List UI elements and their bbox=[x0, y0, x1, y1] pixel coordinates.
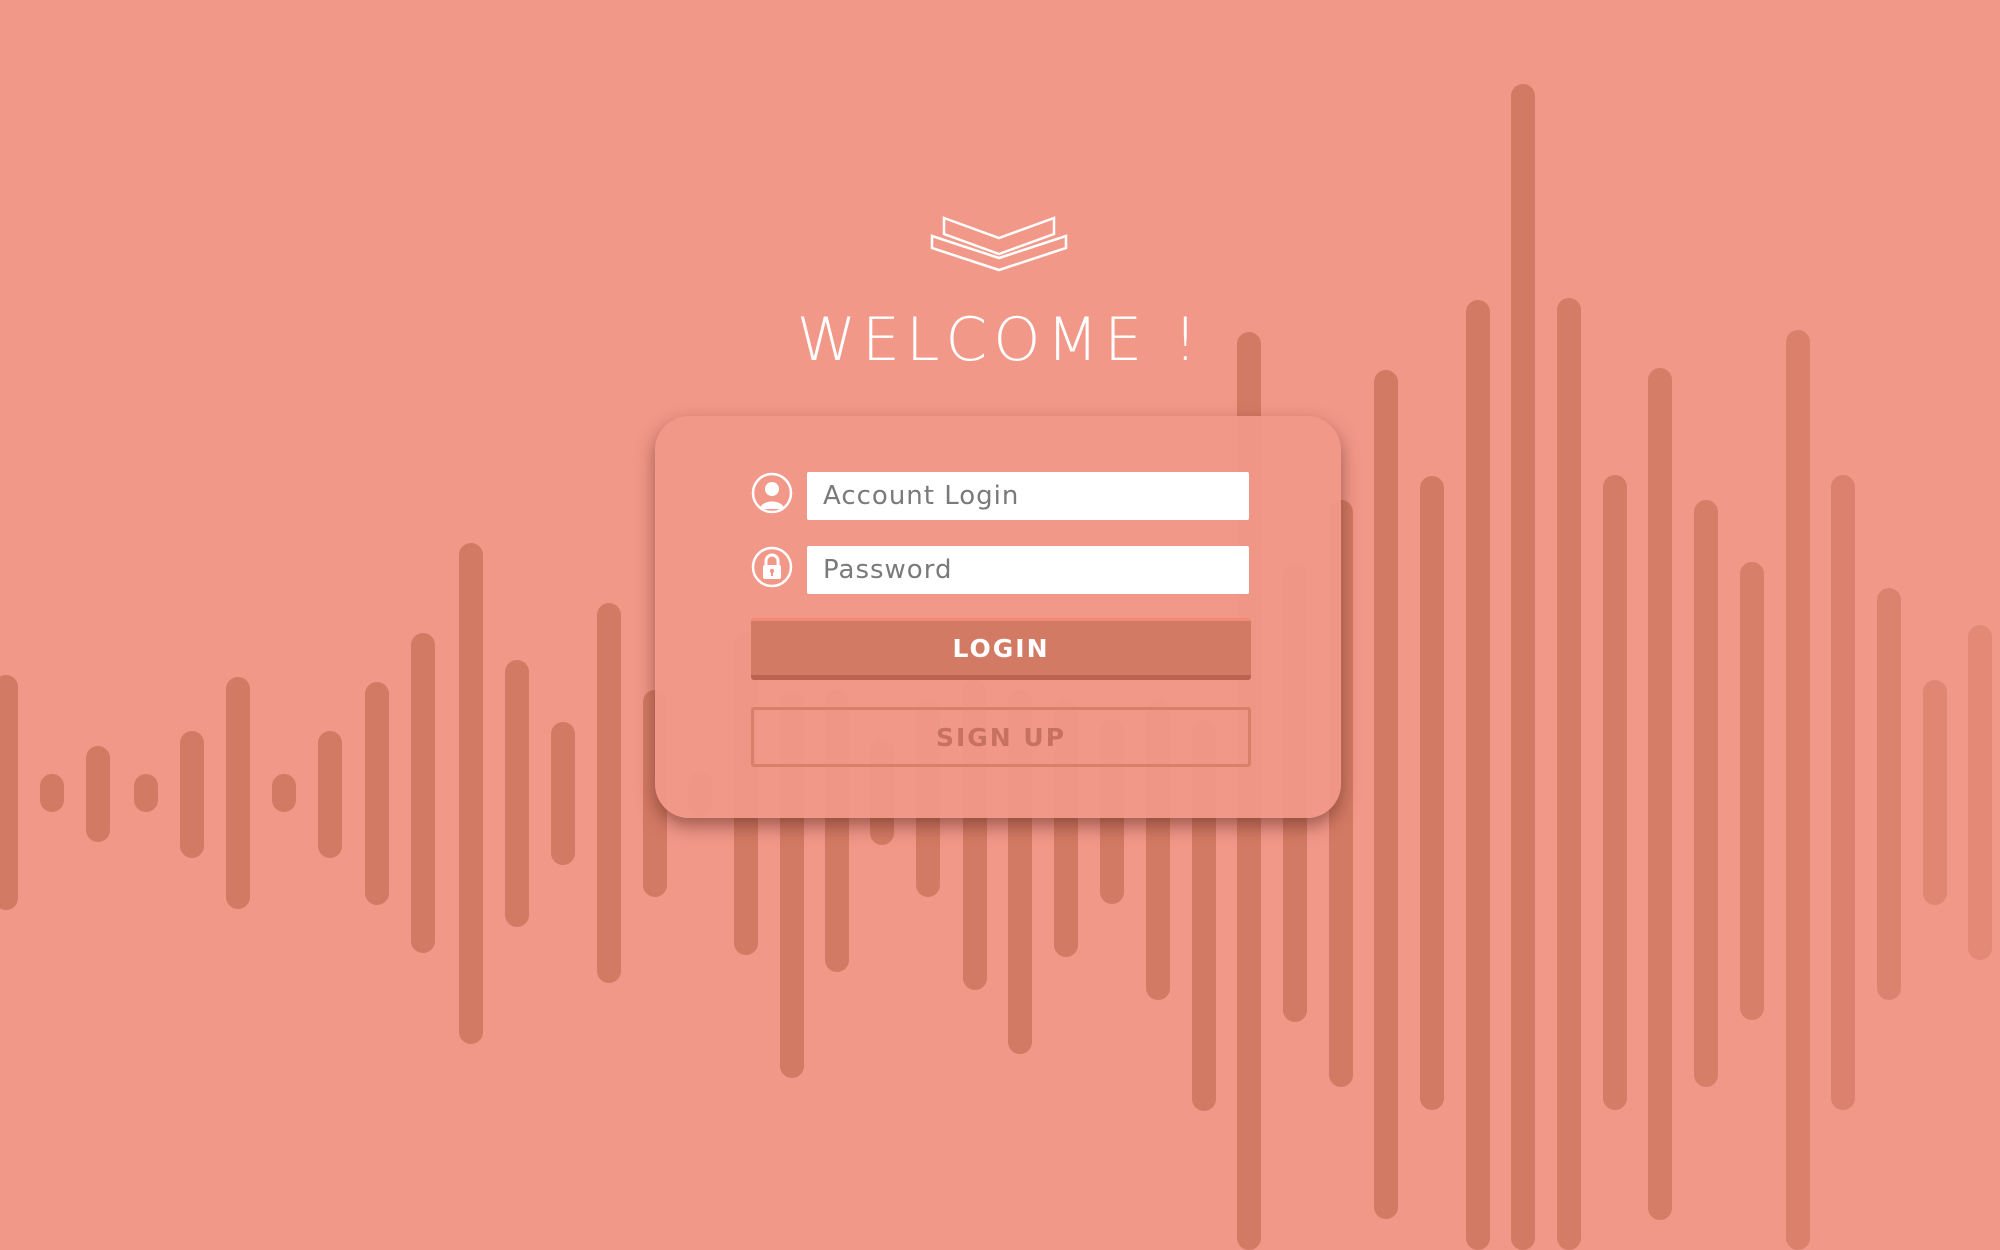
soundwave-bar bbox=[1968, 625, 1992, 960]
soundwave-bar bbox=[1420, 476, 1444, 1110]
lock-icon bbox=[751, 546, 793, 588]
soundwave-bar bbox=[1603, 475, 1627, 1110]
soundwave-bar bbox=[1923, 680, 1947, 905]
soundwave-bar bbox=[1740, 562, 1764, 1020]
soundwave-bar bbox=[1877, 588, 1901, 1000]
user-icon bbox=[751, 472, 793, 514]
soundwave-bar bbox=[134, 774, 158, 812]
soundwave-bar bbox=[551, 722, 575, 865]
login-card: LOGIN SIGN UP bbox=[655, 416, 1341, 818]
soundwave-bar bbox=[40, 774, 64, 812]
soundwave-bar bbox=[226, 677, 250, 909]
login-button[interactable]: LOGIN bbox=[751, 618, 1251, 680]
soundwave-bar bbox=[1648, 368, 1672, 1220]
soundwave-bar bbox=[1374, 370, 1398, 1219]
soundwave-bar bbox=[272, 774, 296, 812]
account-row bbox=[751, 472, 1251, 520]
welcome-heading: WELCOME ! bbox=[796, 305, 1204, 375]
soundwave-bar bbox=[1557, 298, 1581, 1250]
soundwave-bar bbox=[1466, 300, 1490, 1250]
password-row bbox=[751, 546, 1251, 594]
signup-button[interactable]: SIGN UP bbox=[751, 707, 1251, 767]
account-login-input[interactable] bbox=[807, 472, 1249, 520]
soundwave-bar bbox=[318, 731, 342, 858]
password-input[interactable] bbox=[807, 546, 1249, 594]
soundwave-bar bbox=[180, 731, 204, 858]
soundwave-bar bbox=[86, 746, 110, 842]
soundwave-bar bbox=[411, 633, 435, 953]
soundwave-bar bbox=[597, 603, 621, 983]
soundwave-bar bbox=[1831, 475, 1855, 1110]
soundwave-bar bbox=[1511, 84, 1535, 1250]
soundwave-bar bbox=[459, 543, 483, 1044]
soundwave-bar bbox=[505, 660, 529, 927]
soundwave-bar bbox=[365, 682, 389, 905]
soundwave-bar bbox=[0, 675, 18, 910]
stacked-chevron-logo-icon bbox=[930, 216, 1068, 272]
soundwave-bar bbox=[1694, 500, 1718, 1087]
soundwave-bar bbox=[1786, 330, 1810, 1250]
